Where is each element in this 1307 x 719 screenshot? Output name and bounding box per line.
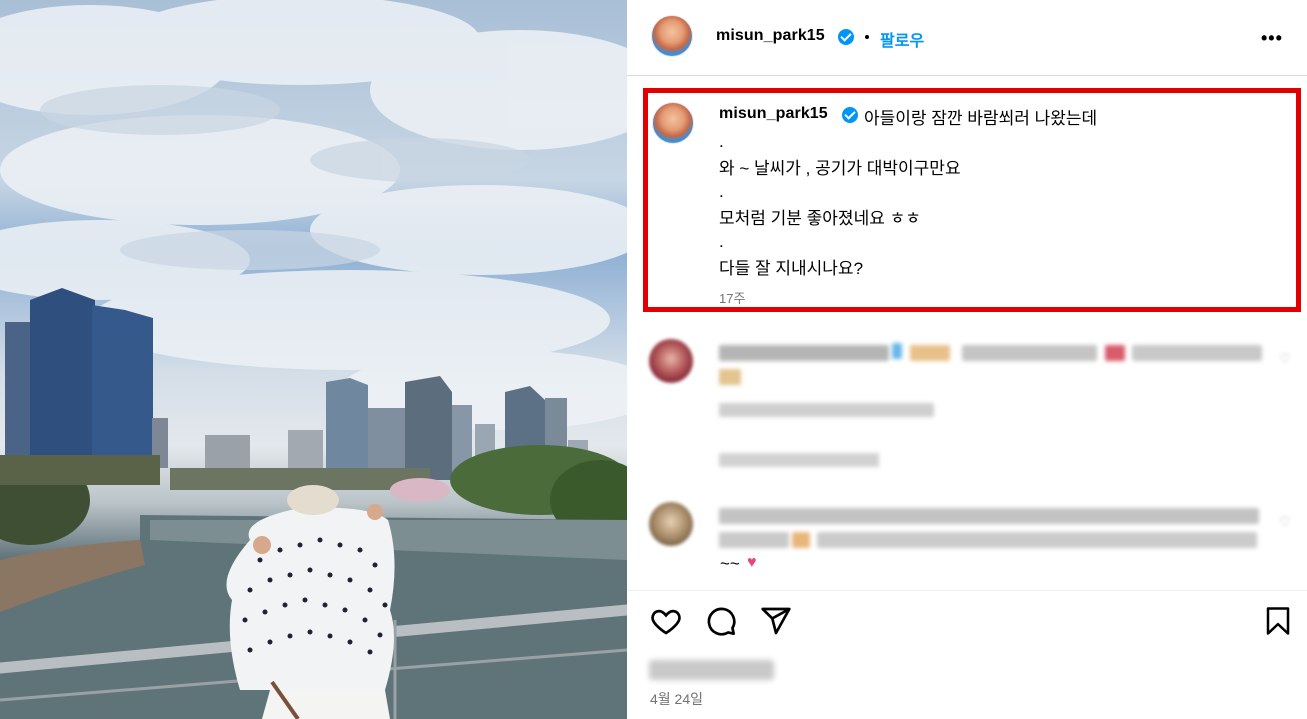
comment-emoji-blurred	[719, 369, 741, 385]
caption-line: .	[719, 232, 724, 251]
caption-line: 다들 잘 지내시나요?	[719, 259, 864, 278]
caption-username[interactable]: misun_park15	[719, 105, 828, 123]
comment-emoji-blurred	[792, 532, 810, 548]
comment-like-heart-icon[interactable]: ♡	[1279, 351, 1291, 367]
share-icon[interactable]	[760, 605, 792, 637]
post-detail-panel: misun_park15 팔로우 ••• misun_park15 아들이랑 잠…	[627, 0, 1307, 719]
more-options-icon[interactable]: •••	[1261, 28, 1283, 49]
caption-line: .	[719, 182, 724, 201]
comment-text-blurred	[817, 532, 1257, 548]
photo-scene	[0, 0, 627, 719]
save-bookmark-icon[interactable]	[1263, 605, 1293, 637]
caption-timestamp[interactable]: 17주	[719, 288, 745, 307]
caption-line: .	[719, 132, 724, 151]
caption-author-avatar[interactable]	[652, 102, 694, 144]
commenter-avatar[interactable]	[649, 339, 693, 383]
comment-like-heart-icon[interactable]: ♡	[1279, 514, 1291, 530]
comment-emoji-blurred	[892, 343, 902, 359]
comment-text-blurred	[719, 345, 889, 361]
comment-emoji-blurred	[910, 345, 950, 361]
comment-icon[interactable]	[705, 605, 737, 637]
comment-text-blurred	[719, 532, 789, 548]
caption-first-line: 아들이랑 잠깐 바람쐬러 나왔는데	[864, 109, 1098, 128]
comment-meta-blurred	[719, 403, 934, 417]
follow-button[interactable]: 팔로우	[880, 27, 924, 51]
verified-badge-icon	[838, 29, 854, 45]
like-heart-icon[interactable]	[649, 605, 683, 637]
view-replies-blurred	[719, 453, 879, 467]
caption-line: 모처럼 기분 좋아졌네요 ㅎㅎ	[719, 209, 921, 228]
caption-line: 와 ~ 날씨가 , 공기가 대박이구만요	[719, 159, 961, 178]
heart-emoji-icon: ♥	[747, 554, 757, 571]
comment-tail-text: ~~	[720, 554, 740, 573]
author-username[interactable]: misun_park15	[716, 27, 825, 45]
post-header: misun_park15 팔로우 •••	[627, 0, 1307, 76]
verified-badge-icon	[842, 107, 858, 123]
comment-text-blurred	[962, 345, 1097, 361]
author-avatar[interactable]	[651, 15, 693, 57]
post-photo[interactable]	[0, 0, 627, 719]
comment-emoji-blurred	[1105, 345, 1125, 361]
commenter-avatar[interactable]	[649, 502, 693, 546]
comment-text-blurred	[1132, 345, 1262, 361]
comment-text-blurred	[719, 508, 1259, 524]
post-date[interactable]: 4월 24일	[650, 689, 703, 709]
likes-count-blurred[interactable]	[649, 660, 774, 680]
separator-dot	[865, 35, 869, 39]
action-bar	[627, 590, 1307, 650]
